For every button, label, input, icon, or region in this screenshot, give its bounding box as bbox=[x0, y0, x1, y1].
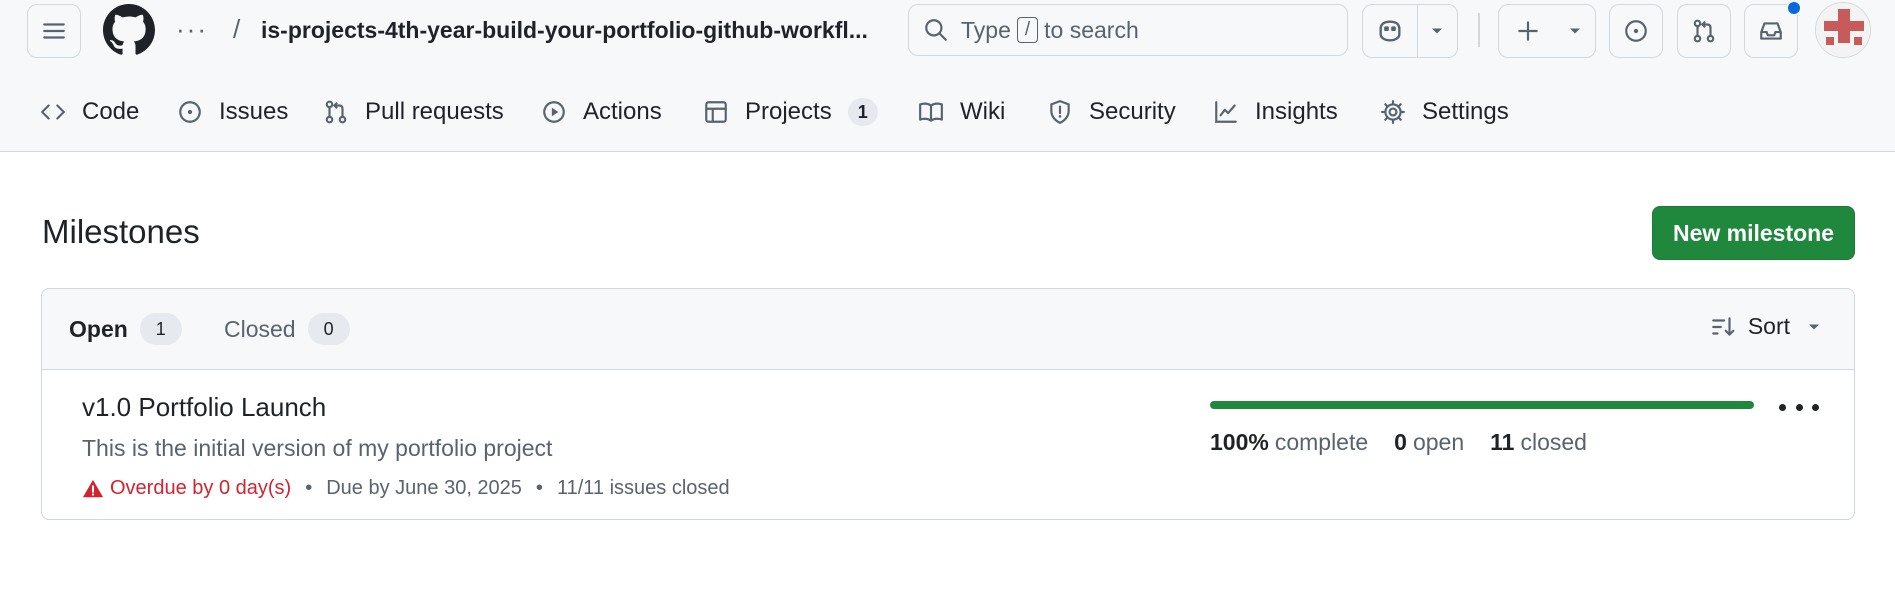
sort-dropdown[interactable]: Sort bbox=[1710, 313, 1824, 340]
table-icon bbox=[705, 101, 727, 123]
tab-settings[interactable]: Settings bbox=[1380, 86, 1509, 138]
menu-button[interactable] bbox=[27, 4, 81, 58]
copilot-button-group bbox=[1362, 4, 1458, 58]
copilot-button[interactable] bbox=[1363, 5, 1417, 57]
search-input[interactable]: Type / to search bbox=[908, 4, 1348, 56]
due-date: Due by June 30, 2025 bbox=[326, 477, 522, 499]
tab-label: Settings bbox=[1422, 98, 1509, 125]
tab-label: Pull requests bbox=[365, 98, 504, 125]
milestone-meta: Overdue by 0 day(s) • Due by June 30, 20… bbox=[82, 477, 730, 500]
copilot-dropdown-button[interactable] bbox=[1418, 5, 1457, 57]
github-logo-icon[interactable] bbox=[103, 4, 155, 56]
tab-label: Wiki bbox=[960, 98, 1006, 125]
meta-separator: • bbox=[305, 477, 313, 499]
identicon-avatar-icon bbox=[1816, 3, 1870, 57]
search-suffix: to search bbox=[1044, 16, 1139, 43]
filter-closed[interactable]: Closed 0 bbox=[224, 313, 350, 345]
tab-pull-requests[interactable]: Pull requests bbox=[323, 86, 504, 138]
sort-label: Sort bbox=[1747, 313, 1790, 339]
milestone-title-link[interactable]: v1.0 Portfolio Launch bbox=[82, 392, 326, 423]
open-count-badge: 1 bbox=[139, 313, 182, 345]
book-icon bbox=[919, 102, 943, 122]
tab-insights[interactable]: Insights bbox=[1213, 86, 1338, 138]
sort-desc-icon bbox=[1711, 316, 1735, 336]
tab-label: Security bbox=[1089, 98, 1176, 125]
tab-code[interactable]: Code bbox=[40, 86, 139, 138]
tab-label: Insights bbox=[1255, 98, 1338, 125]
nav-divider bbox=[1478, 13, 1480, 47]
triangle-down-icon bbox=[1570, 28, 1580, 34]
repo-name-link[interactable]: is-projects-4th-year-build-your-portfoli… bbox=[261, 17, 886, 44]
tab-label: Code bbox=[82, 98, 140, 125]
projects-count-badge: 1 bbox=[847, 98, 878, 126]
plus-icon bbox=[1518, 21, 1538, 41]
breadcrumb-overflow-icon[interactable]: ··· bbox=[176, 14, 208, 45]
pull-request-icon bbox=[325, 100, 347, 124]
percent-value: 100% bbox=[1210, 429, 1269, 455]
triangle-down-icon bbox=[1809, 324, 1819, 329]
issues-closed-text: 11/11 issues closed bbox=[556, 477, 730, 499]
filter-closed-label: Closed bbox=[224, 315, 296, 342]
kebab-menu-icon[interactable] bbox=[1779, 395, 1819, 419]
page-title: Milestones bbox=[42, 213, 200, 250]
code-icon bbox=[41, 104, 65, 120]
graph-icon bbox=[1215, 101, 1237, 123]
overdue-text: Overdue by 0 day(s) bbox=[110, 477, 292, 499]
milestones-list-header: Open 1 Closed 0 Sort bbox=[42, 289, 1854, 370]
tab-actions[interactable]: Actions bbox=[541, 86, 662, 138]
percent-complete: 100% complete bbox=[1210, 429, 1368, 456]
meta-separator: • bbox=[535, 477, 543, 499]
alert-icon bbox=[82, 479, 104, 497]
closed-count-badge: 0 bbox=[307, 313, 350, 345]
tab-projects[interactable]: Projects 1 bbox=[703, 86, 878, 138]
play-icon bbox=[543, 101, 565, 123]
milestone-description: This is the initial version of my portfo… bbox=[82, 435, 553, 461]
issue-icon bbox=[179, 101, 201, 123]
search-prefix: Type bbox=[961, 16, 1011, 43]
tab-label: Actions bbox=[583, 98, 662, 125]
app-header: ··· / is-projects-4th-year-build-your-po… bbox=[0, 0, 1895, 152]
percent-label: complete bbox=[1274, 429, 1369, 455]
new-milestone-button[interactable]: New milestone bbox=[1652, 206, 1855, 260]
milestone-progress-bar bbox=[1210, 401, 1754, 409]
gear-icon bbox=[1381, 100, 1405, 124]
open-label: open bbox=[1412, 429, 1465, 455]
inbox-icon bbox=[1760, 22, 1782, 40]
issue-icon bbox=[1625, 20, 1647, 42]
overdue-status: Overdue by 0 day(s) bbox=[82, 477, 291, 500]
milestones-list: Open 1 Closed 0 Sort v1.0 Portfolio Laun… bbox=[41, 288, 1855, 520]
shield-icon bbox=[1050, 100, 1070, 124]
tab-label: Projects bbox=[745, 98, 832, 125]
avatar[interactable] bbox=[1815, 2, 1871, 58]
open-value: 0 bbox=[1394, 429, 1407, 455]
filter-open[interactable]: Open 1 bbox=[69, 313, 182, 345]
filter-open-label: Open bbox=[69, 315, 128, 342]
triangle-down-icon bbox=[1432, 28, 1443, 34]
hamburger-icon bbox=[43, 23, 65, 39]
breadcrumb-separator: / bbox=[233, 14, 241, 44]
global-nav: ··· / is-projects-4th-year-build-your-po… bbox=[0, 0, 1895, 62]
closed-issues-link[interactable]: 11 closed bbox=[1490, 429, 1587, 456]
your-issues-button[interactable] bbox=[1609, 4, 1663, 58]
tab-wiki[interactable]: Wiki bbox=[918, 86, 1005, 138]
open-issues-link[interactable]: 0 open bbox=[1394, 429, 1464, 456]
tab-label: Issues bbox=[219, 98, 289, 125]
search-icon bbox=[925, 19, 947, 41]
tab-issues[interactable]: Issues bbox=[177, 86, 288, 138]
milestone-stats: 100% complete 0 open 11 closed bbox=[1210, 429, 1613, 456]
repo-tabs: Code Issues Pull requests Actions Projec… bbox=[0, 86, 1895, 138]
create-new-button[interactable] bbox=[1498, 4, 1596, 58]
pull-request-icon bbox=[1693, 19, 1715, 43]
your-pull-requests-button[interactable] bbox=[1677, 4, 1731, 58]
closed-value: 11 bbox=[1490, 429, 1515, 455]
search-shortcut-key: / bbox=[1016, 17, 1039, 43]
tab-security[interactable]: Security bbox=[1047, 86, 1176, 138]
notification-indicator bbox=[1786, 0, 1802, 16]
copilot-icon bbox=[1379, 20, 1401, 42]
closed-label: closed bbox=[1520, 429, 1587, 455]
